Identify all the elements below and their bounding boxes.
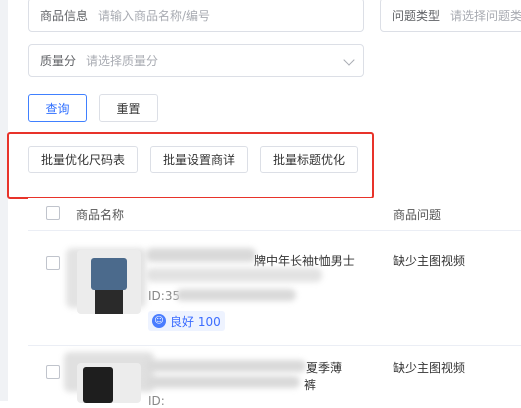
blurred-title bbox=[146, 360, 306, 372]
blurred-title bbox=[146, 268, 322, 282]
product-issue: 缺少主图视频 bbox=[393, 254, 466, 268]
product-info-input[interactable]: 请输入商品名称/编号 bbox=[98, 7, 210, 24]
row-checkbox[interactable] bbox=[46, 256, 60, 270]
product-issue: 缺少主图视频 bbox=[393, 361, 466, 375]
quality-score-placeholder: 请选择质量分 bbox=[86, 54, 159, 68]
blurred-id bbox=[176, 289, 296, 301]
product-thumbnail bbox=[77, 250, 141, 314]
row-divider bbox=[28, 345, 521, 346]
product-id: ID: bbox=[148, 394, 165, 408]
quality-score-value: 良好 100 bbox=[170, 314, 221, 329]
product-thumbnail bbox=[77, 363, 141, 403]
left-panel-edge bbox=[0, 0, 8, 401]
blurred-title bbox=[146, 248, 256, 262]
chevron-down-icon bbox=[343, 54, 355, 66]
column-product-name: 商品名称 bbox=[76, 208, 125, 222]
query-button[interactable]: 查询 bbox=[28, 94, 87, 122]
select-all-checkbox[interactable] bbox=[46, 206, 60, 220]
product-info-label: 商品信息 bbox=[40, 8, 89, 23]
product-title: 牌中年长袖t恤男士 bbox=[254, 254, 355, 268]
product-title: 夏季薄 bbox=[306, 361, 343, 375]
issue-type-select[interactable]: 问题类型 请选择问题类 bbox=[380, 0, 521, 32]
quality-score-select[interactable]: 质量分 请选择质量分 bbox=[28, 44, 364, 77]
highlight-box bbox=[7, 132, 374, 199]
column-product-issue: 商品问题 bbox=[393, 208, 442, 222]
table-header: 商品名称 商品问题 bbox=[28, 198, 521, 231]
quality-score-label: 质量分 bbox=[40, 54, 77, 68]
issue-type-placeholder: 请选择问题类 bbox=[450, 8, 521, 23]
reset-button[interactable]: 重置 bbox=[99, 94, 158, 122]
blurred-title bbox=[146, 376, 300, 388]
issue-type-label: 问题类型 bbox=[392, 8, 441, 23]
quality-score-badge: ☺ 良好 100 bbox=[148, 311, 225, 331]
product-title-line2: 裤 bbox=[304, 378, 317, 392]
row-checkbox[interactable] bbox=[46, 365, 60, 379]
product-info-field[interactable]: 商品信息 请输入商品名称/编号 bbox=[28, 0, 364, 32]
smile-icon: ☺ bbox=[152, 314, 166, 328]
